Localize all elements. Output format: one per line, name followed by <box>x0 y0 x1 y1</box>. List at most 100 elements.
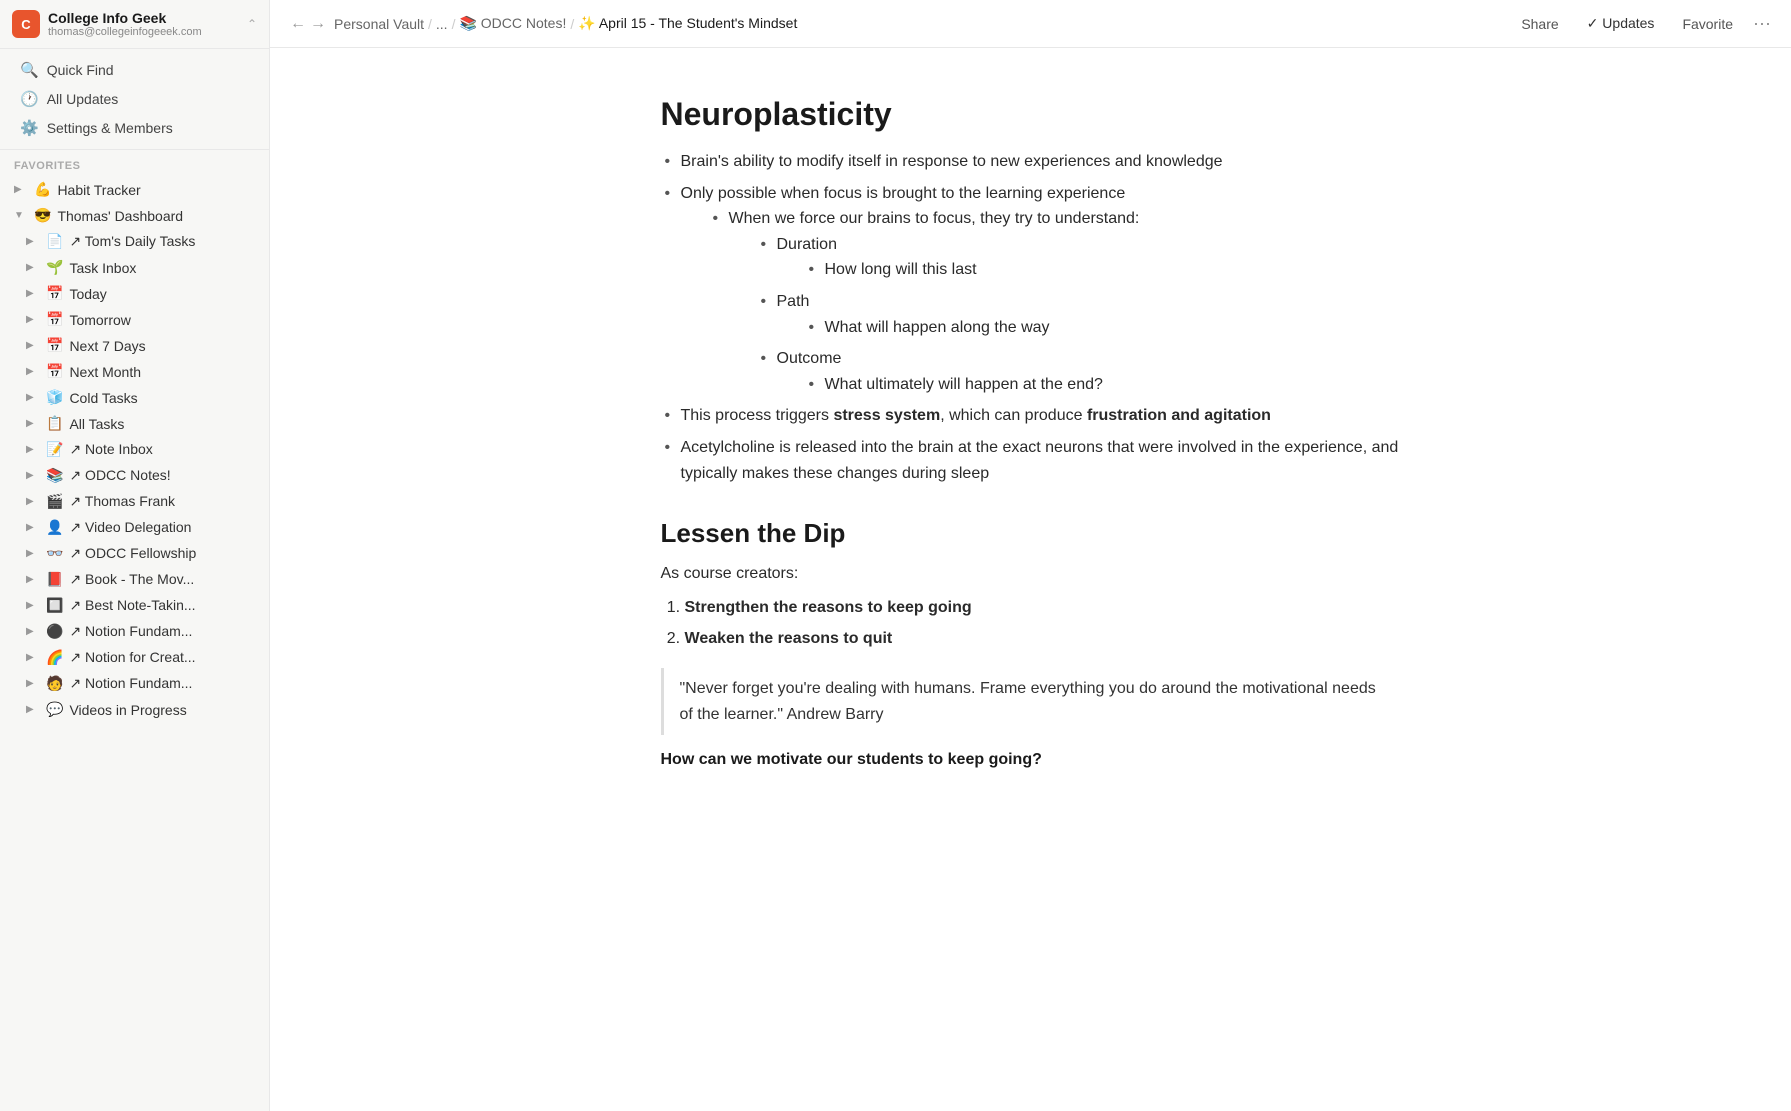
today-label: Today <box>69 286 255 302</box>
workspace-chevron-icon[interactable]: ⌃ <box>247 17 257 31</box>
thomas-dashboard-label: Thomas' Dashboard <box>57 208 255 224</box>
share-button[interactable]: Share <box>1513 12 1566 36</box>
sidebar-item-today[interactable]: ▶ 📅 Today <box>4 281 265 306</box>
gear-icon: ⚙️ <box>20 119 39 137</box>
thomas-frank-label: ↗ Thomas Frank <box>69 493 255 510</box>
next-7-days-label: Next 7 Days <box>69 338 255 354</box>
breadcrumb-odcc-notes[interactable]: 📚 ODCC Notes! <box>459 15 566 32</box>
sidebar-item-notion-for-creat[interactable]: ▶ 🌈 ↗ Notion for Creat... <box>4 645 265 670</box>
clock-icon: 🕐 <box>20 90 39 108</box>
bullet-text: Path <box>777 293 810 310</box>
forward-button[interactable]: → <box>310 15 326 33</box>
nav-arrows: ← → <box>290 15 326 33</box>
chevron-right-icon: ▶ <box>26 262 40 273</box>
breadcrumb-personal-vault[interactable]: Personal Vault <box>334 16 424 32</box>
workspace-email: thomas@collegeinfogeeek.com <box>48 26 239 38</box>
list-item: Only possible when focus is brought to t… <box>661 181 1401 398</box>
list-item: How long will this last <box>805 257 1401 283</box>
search-icon: 🔍 <box>20 61 39 79</box>
sidebar-item-toms-daily-tasks[interactable]: ▶ 📄 ↗ Tom's Daily Tasks <box>4 229 265 254</box>
sidebar-item-video-delegation[interactable]: ▶ 👤 ↗ Video Delegation <box>4 515 265 540</box>
sidebar-item-next-7-days[interactable]: ▶ 📅 Next 7 Days <box>4 333 265 358</box>
chevron-right-icon: ▶ <box>26 314 40 325</box>
breadcrumb: Personal Vault / ... / 📚 ODCC Notes! / ✨… <box>334 15 1505 32</box>
bullets-level4: How long will this last <box>805 257 1401 283</box>
chevron-right-icon: ▶ <box>14 184 28 195</box>
sidebar-item-tomorrow[interactable]: ▶ 📅 Tomorrow <box>4 307 265 332</box>
workspace-name: College Info Geek <box>48 10 239 26</box>
note-inbox-label: ↗ Note Inbox <box>69 441 255 458</box>
sidebar-item-all-updates[interactable]: 🕐 All Updates <box>6 85 263 113</box>
topbar-actions: Share ✓ Updates Favorite ··· <box>1513 11 1771 36</box>
chevron-right-icon: ▶ <box>26 418 40 429</box>
chevron-right-icon: ▶ <box>26 444 40 455</box>
sidebar-tree: ▶ 💪 Habit Tracker ▼ 😎 Thomas' Dashboard … <box>0 176 269 723</box>
sidebar-item-quick-find[interactable]: 🔍 Quick Find <box>6 56 263 84</box>
sidebar-item-notion-fundam[interactable]: ▶ ⚫ ↗ Notion Fundam... <box>4 619 265 644</box>
settings-label: Settings & Members <box>47 120 173 136</box>
list-item: Acetylcholine is released into the brain… <box>661 435 1401 486</box>
updates-button[interactable]: ✓ Updates <box>1579 11 1663 36</box>
sidebar-item-videos-in-progress[interactable]: ▶ 💬 Videos in Progress <box>4 697 265 722</box>
favorites-label: FAVORITES <box>0 150 269 176</box>
sidebar-item-next-month[interactable]: ▶ 📅 Next Month <box>4 359 265 384</box>
toms-daily-tasks-label: ↗ Tom's Daily Tasks <box>69 233 255 250</box>
bullet-text: Only possible when focus is brought to t… <box>681 185 1126 202</box>
breadcrumb-current: ✨ April 15 - The Student's Mindset <box>578 15 797 32</box>
list-item: Path What will happen along the way <box>757 289 1401 340</box>
cold-tasks-label: Cold Tasks <box>69 390 255 406</box>
sidebar-item-all-tasks[interactable]: ▶ 📋 All Tasks <box>4 411 265 436</box>
chevron-right-icon: ▶ <box>26 600 40 611</box>
question: How can we motivate our students to keep… <box>661 751 1401 769</box>
videos-in-progress-label: Videos in Progress <box>69 702 255 718</box>
sidebar-item-book-the-mov[interactable]: ▶ 📕 ↗ Book - The Mov... <box>4 567 265 592</box>
sidebar-item-settings[interactable]: ⚙️ Settings & Members <box>6 114 263 142</box>
all-tasks-label: All Tasks <box>69 416 255 432</box>
notion-fundam-label: ↗ Notion Fundam... <box>69 623 255 640</box>
stress-bold: stress system <box>833 407 940 424</box>
chevron-right-icon: ▶ <box>26 496 40 507</box>
sidebar-item-thomas-frank[interactable]: ▶ 🎬 ↗ Thomas Frank <box>4 489 265 514</box>
chevron-right-icon: ▶ <box>26 340 40 351</box>
sidebar-item-task-inbox[interactable]: ▶ 🌱 Task Inbox <box>4 255 265 280</box>
list-item: Brain's ability to modify itself in resp… <box>661 149 1401 175</box>
workspace-header[interactable]: C College Info Geek thomas@collegeinfoge… <box>0 0 269 49</box>
back-button[interactable]: ← <box>290 15 306 33</box>
bullets-level4: What will happen along the way <box>805 315 1401 341</box>
sidebar-item-cold-tasks[interactable]: ▶ 🧊 Cold Tasks <box>4 385 265 410</box>
chevron-right-icon: ▶ <box>26 392 40 403</box>
sidebar-item-notion-fundam-2[interactable]: ▶ 🧑 ↗ Notion Fundam... <box>4 671 265 696</box>
chevron-right-icon: ▶ <box>26 288 40 299</box>
bullet-text: Outcome <box>777 350 842 367</box>
section1-title: Neuroplasticity <box>661 96 1401 133</box>
stress-bold2: frustration and agitation <box>1087 407 1271 424</box>
ordered-item-2: Weaken the reasons to quit <box>685 630 893 647</box>
bullets-level3: Duration How long will this last Path Wh… <box>757 232 1401 398</box>
notion-fundam-2-label: ↗ Notion Fundam... <box>69 675 255 692</box>
breadcrumb-ellipsis[interactable]: ... <box>436 16 448 32</box>
habit-tracker-label: Habit Tracker <box>57 182 255 198</box>
all-updates-label: All Updates <box>47 91 119 107</box>
ordered-list: Strengthen the reasons to keep going Wea… <box>685 595 1401 652</box>
sidebar-item-odcc-fellowship[interactable]: ▶ 👓 ↗ ODCC Fellowship <box>4 541 265 566</box>
sidebar-item-odcc-notes[interactable]: ▶ 📚 ↗ ODCC Notes! <box>4 463 265 488</box>
best-note-taking-label: ↗ Best Note-Takin... <box>69 597 255 614</box>
sidebar-item-note-inbox[interactable]: ▶ 📝 ↗ Note Inbox <box>4 437 265 462</box>
chevron-down-icon: ▼ <box>14 210 28 221</box>
more-options-button[interactable]: ··· <box>1753 13 1771 34</box>
list-item: What will happen along the way <box>805 315 1401 341</box>
sidebar-item-habit-tracker[interactable]: ▶ 💪 Habit Tracker <box>4 177 265 202</box>
sidebar-item-best-note-taking[interactable]: ▶ 🔲 ↗ Best Note-Takin... <box>4 593 265 618</box>
favorite-button[interactable]: Favorite <box>1674 12 1741 36</box>
list-item: Strengthen the reasons to keep going <box>685 595 1401 621</box>
odcc-notes-label: ↗ ODCC Notes! <box>69 467 255 484</box>
chevron-right-icon: ▶ <box>26 574 40 585</box>
breadcrumb-separator: / <box>452 16 456 32</box>
list-item: What ultimately will happen at the end? <box>805 372 1401 398</box>
blockquote: "Never forget you're dealing with humans… <box>661 668 1401 735</box>
chevron-right-icon: ▶ <box>26 522 40 533</box>
sidebar-item-thomas-dashboard[interactable]: ▼ 😎 Thomas' Dashboard <box>4 203 265 228</box>
list-item: This process triggers stress system, whi… <box>661 403 1401 429</box>
notion-for-creat-label: ↗ Notion for Creat... <box>69 649 255 666</box>
list-item: Weaken the reasons to quit <box>685 626 1401 652</box>
